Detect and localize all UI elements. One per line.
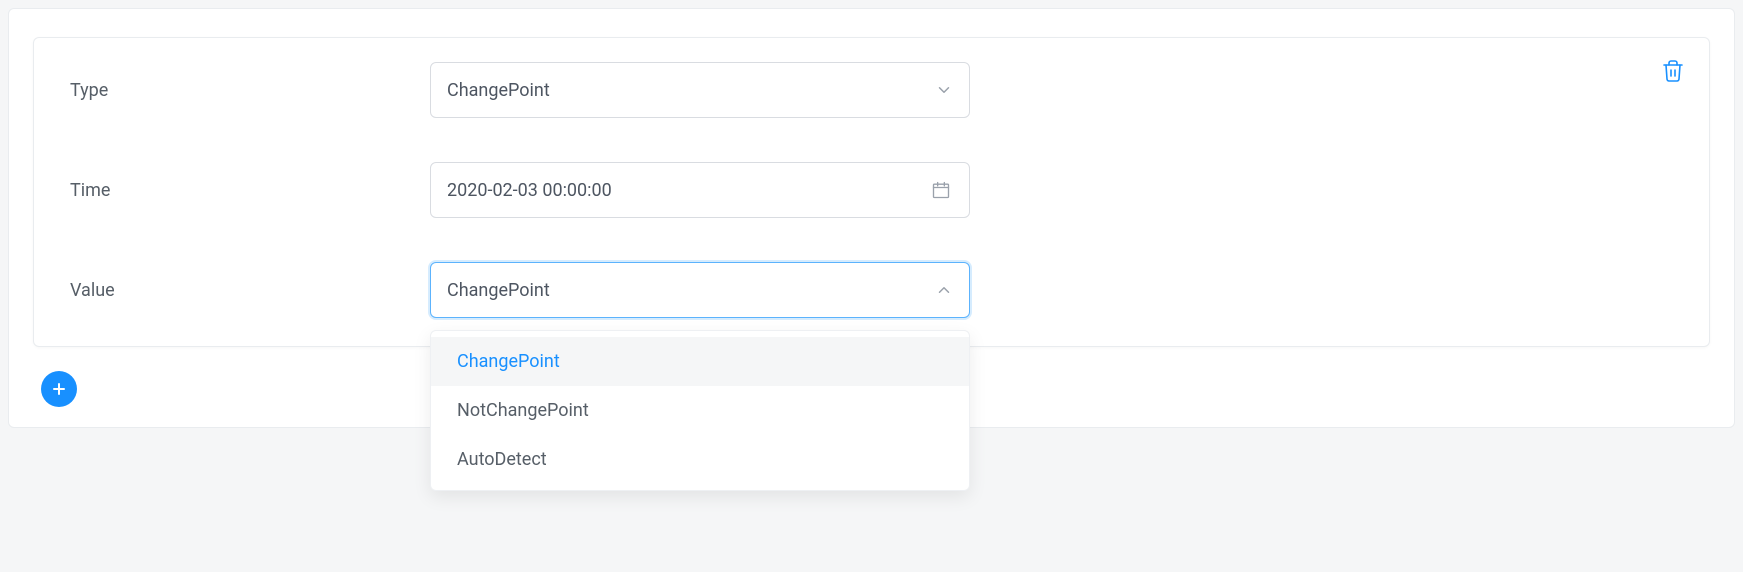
delete-button[interactable] — [1659, 58, 1687, 86]
value-select-value: ChangePoint — [447, 280, 550, 301]
row-time: Time 2020-02-03 00:00:00 — [70, 162, 1673, 218]
value-option-notchangepoint[interactable]: NotChangePoint — [431, 386, 969, 435]
time-input-value: 2020-02-03 00:00:00 — [447, 180, 612, 201]
chevron-down-icon — [935, 81, 953, 99]
row-value: Value ChangePoint ChangePoint NotChangeP… — [70, 262, 1673, 318]
form-card: Type ChangePoint Time 2020-02-03 00:00:0… — [33, 37, 1710, 347]
chevron-up-icon — [935, 281, 953, 299]
value-select-wrap: ChangePoint ChangePoint NotChangePoint A… — [430, 262, 970, 318]
value-dropdown: ChangePoint NotChangePoint AutoDetect — [430, 330, 970, 491]
plus-circle-icon — [49, 379, 69, 399]
value-option-autodetect[interactable]: AutoDetect — [431, 435, 969, 484]
row-type: Type ChangePoint — [70, 62, 1673, 118]
type-select-wrap: ChangePoint — [430, 62, 970, 118]
calendar-icon — [931, 180, 951, 200]
time-label: Time — [70, 180, 430, 201]
value-option-changepoint[interactable]: ChangePoint — [431, 337, 969, 386]
value-select[interactable]: ChangePoint — [430, 262, 970, 318]
value-label: Value — [70, 280, 430, 301]
time-input[interactable]: 2020-02-03 00:00:00 — [430, 162, 970, 218]
panel: Type ChangePoint Time 2020-02-03 00:00:0… — [8, 8, 1735, 428]
time-input-wrap: 2020-02-03 00:00:00 — [430, 162, 970, 218]
type-label: Type — [70, 80, 430, 101]
trash-icon — [1661, 58, 1685, 84]
add-button[interactable] — [41, 371, 77, 407]
type-select-value: ChangePoint — [447, 80, 550, 101]
type-select[interactable]: ChangePoint — [430, 62, 970, 118]
